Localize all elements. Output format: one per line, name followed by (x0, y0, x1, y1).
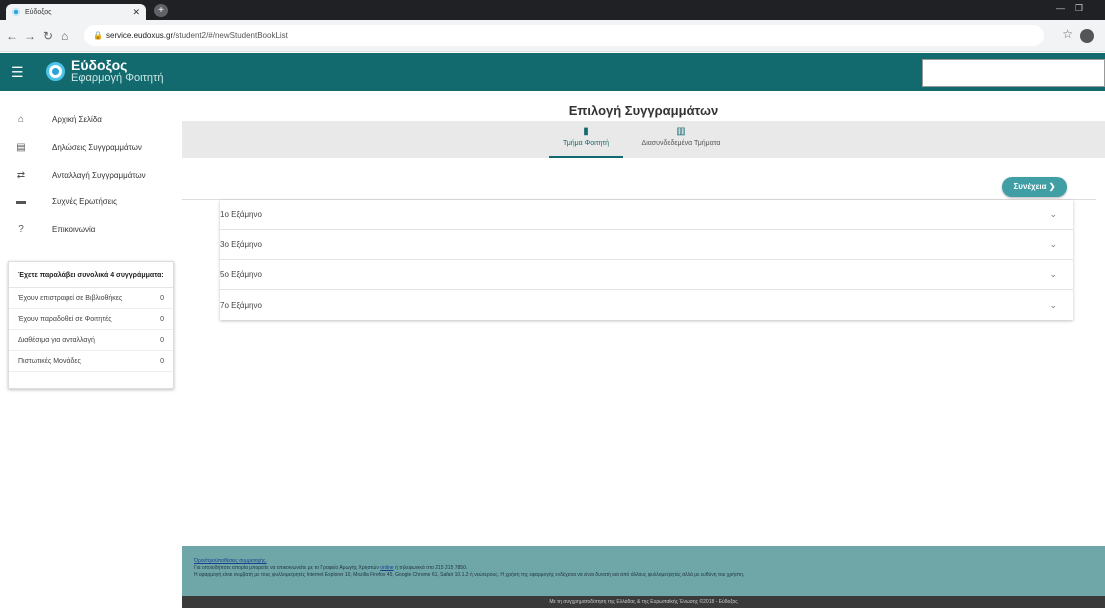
menu-icon[interactable]: ☰ (11, 64, 24, 81)
back-icon[interactable]: ← (6, 29, 18, 43)
eudoxus-logo (46, 62, 65, 81)
home-icon: ⌂ (17, 113, 25, 125)
sidebar-item-label: Δηλώσεις Συγγραμμάτων (52, 142, 142, 152)
stats-row: Πιστωτικές Μονάδες 0 (9, 351, 173, 372)
footer-text: ή τηλεφωνικά στο 215 215 7850. (394, 565, 468, 571)
semester-row-5[interactable]: 5ο Εξάμηνο ⌄ (220, 260, 1073, 290)
stats-label: Έχουν παραδοθεί σε Φοιτητές (18, 315, 112, 323)
stats-row: Έχουν επιστραφεί σε Βιβλιοθήκες 0 (9, 288, 173, 309)
app-subtitle: Εφαρμογή Φοιτητή (71, 72, 164, 84)
stats-header: Έχετε παραλάβει συνολικά 4 συγγράμματα: (9, 262, 173, 288)
books-stats-card: Έχετε παραλάβει συνολικά 4 συγγράμματα: … (8, 261, 174, 389)
stats-row: Έχουν παραδοθεί σε Φοιτητές 0 (9, 309, 173, 330)
main-content: Επιλογή Συγγραμμάτων ▮ Τμήμα Φοιτητή ▥ Δ… (182, 91, 1105, 546)
footer: Όροι/προϋποθέσεις συμμετοχής. Για οποιοδ… (182, 546, 1105, 596)
sidebar-item-contact[interactable]: ? Επικοινωνία (0, 214, 182, 244)
stats-label: Έχουν επιστραφεί σε Βιβλιοθήκες (18, 294, 123, 302)
header-search-input[interactable] (922, 59, 1105, 87)
stats-value: 0 (160, 315, 164, 323)
chevron-down-icon[interactable]: ⌄ (1049, 239, 1057, 250)
tab-student-department[interactable]: ▮ Τμήμα Φοιτητή (549, 126, 623, 158)
stats-value: 0 (160, 294, 164, 302)
semester-row-3[interactable]: 3ο Εξάμηνο ⌄ (220, 230, 1073, 260)
profile-avatar[interactable] (1080, 29, 1094, 43)
semester-list: 1ο Εξάμηνο ⌄ 3ο Εξάμηνο ⌄ 5ο Εξάμηνο ⌄ 7… (220, 200, 1073, 320)
eudoxus-favicon-icon (12, 8, 20, 16)
url-path: /student2/#/newStudentBookList (173, 31, 288, 40)
list-icon: ▤ (16, 141, 26, 153)
stats-label: Πιστωτικές Μονάδες (18, 357, 81, 365)
tab-label: Τμήμα Φοιτητή (562, 140, 610, 147)
stats-value: 0 (160, 357, 164, 365)
building-icon: ▥ (676, 126, 686, 137)
app-name: Εύδοξος (71, 57, 128, 73)
address-bar[interactable]: 🔒 service.eudoxus.gr/student2/#/newStude… (84, 25, 1044, 46)
sidebar-item-label: Συχνές Ερωτήσεις (52, 196, 117, 206)
stats-label: Διαθέσιμα για ανταλλαγή (18, 336, 95, 344)
reload-icon[interactable]: ↻ (43, 29, 53, 43)
sidebar-item-home[interactable]: ⌂ Αρχική Σελίδα (0, 104, 182, 134)
forward-icon[interactable]: → (24, 29, 36, 43)
forum-icon: ▬ (16, 195, 26, 207)
bookmark-star-icon[interactable]: ☆ (1062, 27, 1073, 41)
semester-row-7[interactable]: 7ο Εξάμηνο ⌄ (220, 290, 1073, 320)
close-tab-icon[interactable]: ✕ (132, 7, 140, 18)
footer-compat-text: Η εφαρμογή είναι συμβατή με τους φυλλομε… (194, 572, 745, 578)
maximize-icon[interactable]: ❐ (1075, 3, 1083, 14)
terms-link[interactable]: Όροι/προϋποθέσεις συμμετοχής. (194, 558, 267, 564)
browser-tab-bar: Εύδοξος ✕ + — ❐ (0, 0, 1105, 20)
sidebar: ⌂ Αρχική Σελίδα ▤ Δηλώσεις Συγγραμμάτων … (0, 91, 182, 608)
continue-button[interactable]: Συνέχεια ❯ (1002, 177, 1067, 197)
sidebar-item-label: Ανταλλαγή Συγγραμμάτων (52, 170, 146, 180)
sidebar-item-faq[interactable]: ▬ Συχνές Ερωτήσεις (0, 186, 182, 216)
chevron-down-icon[interactable]: ⌄ (1049, 300, 1057, 311)
semester-row-1[interactable]: 1ο Εξάμηνο ⌄ (220, 200, 1073, 230)
stats-row: Διαθέσιμα για ανταλλαγή 0 (9, 330, 173, 351)
url-host: service.eudoxus.gr (106, 31, 174, 40)
new-tab-button[interactable]: + (154, 4, 168, 17)
tab-label: Διασυνδεδεμένα Τμήματα (641, 140, 721, 147)
exchange-icon: ⇄ (16, 169, 26, 181)
tab-strip: ▮ Τμήμα Φοιτητή ▥ Διασυνδεδεμένα Τμήματα (182, 121, 1105, 158)
online-link[interactable]: online (380, 565, 393, 571)
browser-tab-title: Εύδοξος (25, 8, 52, 16)
browser-toolbar: ← → ↻ ⌂ 🔒 service.eudoxus.gr/student2/#/… (0, 20, 1105, 52)
sidebar-item-label: Αρχική Σελίδα (52, 114, 102, 124)
sidebar-item-label: Επικοινωνία (52, 224, 96, 234)
copyright-bar: Με τη συγχρηματοδότηση της Ελλάδας & της… (182, 596, 1105, 608)
semester-label: 5ο Εξάμηνο (220, 270, 262, 279)
semester-label: 3ο Εξάμηνο (220, 240, 262, 249)
browser-tab[interactable]: Εύδοξος ✕ (6, 4, 146, 20)
chevron-down-icon[interactable]: ⌄ (1049, 209, 1057, 220)
semester-label: 1ο Εξάμηνο (220, 210, 262, 219)
semester-label: 7ο Εξάμηνο (220, 300, 262, 310)
minimize-icon[interactable]: — (1056, 3, 1065, 13)
continue-label: Συνέχεια (1013, 182, 1047, 191)
home-browser-icon[interactable]: ⌂ (61, 29, 68, 43)
sidebar-item-declarations[interactable]: ▤ Δηλώσεις Συγγραμμάτων (0, 132, 182, 162)
chevron-down-icon[interactable]: ⌄ (1049, 269, 1057, 280)
page-title: Επιλογή Συγγραμμάτων (568, 103, 719, 118)
lock-icon: 🔒 (93, 31, 103, 40)
stats-value: 0 (160, 336, 164, 344)
help-icon: ? (18, 223, 24, 235)
book-icon: ▮ (583, 126, 589, 137)
footer-text: Για οποιοδήποτε απορία μπορείτε να επικο… (194, 565, 379, 571)
tab-linked-departments[interactable]: ▥ Διασυνδεδεμένα Τμήματα (629, 126, 733, 158)
